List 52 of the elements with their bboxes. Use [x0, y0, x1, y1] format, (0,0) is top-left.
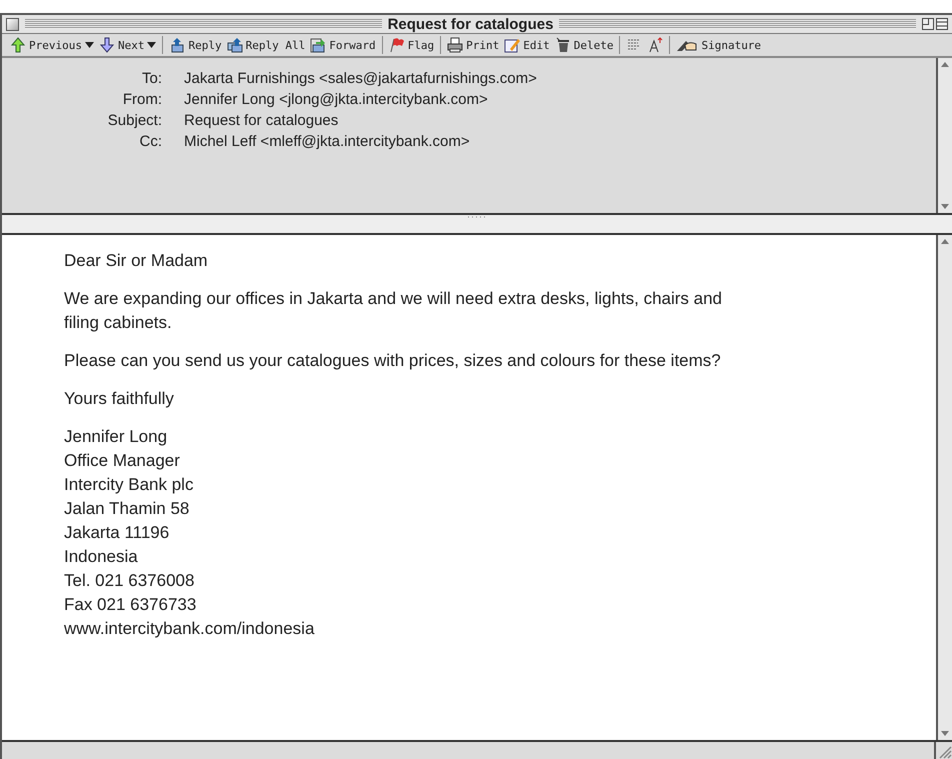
header-value: Jennifer Long <jlong@jkta.intercitybank.com> — [184, 91, 489, 108]
zoom-box-icon[interactable] — [922, 18, 948, 30]
forward-icon — [310, 37, 326, 53]
toolbar-button[interactable]: Previous — [10, 37, 94, 53]
header-label: Subject: — [106, 112, 162, 129]
signature-line: Jalan Thamin 58 — [64, 498, 190, 520]
trash-icon — [554, 37, 571, 53]
body-paragraph: Dear Sir or Madam — [64, 250, 209, 272]
toolbar-button[interactable]: Next — [98, 37, 156, 53]
edit-icon — [504, 37, 520, 53]
header-value: Request for catalogues — [184, 112, 340, 129]
body-paragraph: We are expanding our offices in Jakarta and we will need extra desks, lights, chairs and filing cabinets. — [64, 288, 724, 334]
flag-icon — [388, 37, 405, 53]
toolbar-button[interactable]: Reply — [169, 37, 222, 53]
reply-icon — [169, 37, 186, 53]
signature-line: Jakarta 11196 — [64, 522, 170, 544]
up-arrow-icon — [10, 37, 26, 53]
down-arrow-icon — [98, 37, 115, 53]
signature-line: Office Manager — [64, 450, 181, 472]
grip-icon[interactable] — [467, 215, 487, 219]
header-label: To: — [140, 70, 162, 87]
reply-all-icon — [226, 37, 243, 53]
signature-line: Indonesia — [64, 546, 139, 568]
caret-icon — [147, 42, 156, 48]
header-value: Michel Leff <mleff@jkta.intercitybank.com> — [184, 133, 471, 150]
signature-line: Fax 021 6376733 — [64, 594, 198, 616]
signature-line: Tel. 021 6376008 — [64, 570, 196, 592]
toolbar-button[interactable]: Forward — [310, 37, 376, 53]
toolbar-icon-button[interactable] — [647, 37, 664, 53]
toolbar-button[interactable]: Signature — [676, 37, 762, 53]
resize-grip-icon[interactable] — [934, 742, 952, 759]
toolbar-button[interactable]: Delete — [554, 37, 614, 53]
printer-icon — [447, 37, 464, 53]
toolbar-button[interactable]: Print — [447, 37, 500, 53]
body-paragraph: Yours faithfully — [64, 388, 175, 410]
toolbar-button[interactable]: Reply All — [226, 37, 306, 53]
window-title: Request for catalogues — [388, 16, 554, 32]
signature-line: www.intercitybank.com/indonesia — [64, 618, 316, 640]
body-paragraph: Please can you send us your catalogues with prices, sizes and colours for these items? — [64, 350, 722, 372]
header-value: Jakarta Furnishings <sales@jakartafurnishings.com> — [184, 70, 538, 87]
caret-icon — [84, 42, 94, 48]
close-box[interactable] — [6, 18, 19, 30]
pane-splitter[interactable] — [2, 215, 952, 235]
header-label: Cc: — [138, 133, 162, 150]
header-label: From: — [122, 91, 162, 108]
toolbar-button[interactable]: Flag — [388, 37, 434, 53]
scroll-bar[interactable] — [936, 58, 952, 213]
toolbar-button[interactable]: Edit — [504, 37, 550, 53]
font-size-icon — [647, 37, 664, 53]
signature-line: Jennifer Long — [64, 426, 168, 448]
signature-line: Intercity Bank plc — [64, 474, 194, 496]
scroll-bar[interactable] — [936, 235, 952, 740]
